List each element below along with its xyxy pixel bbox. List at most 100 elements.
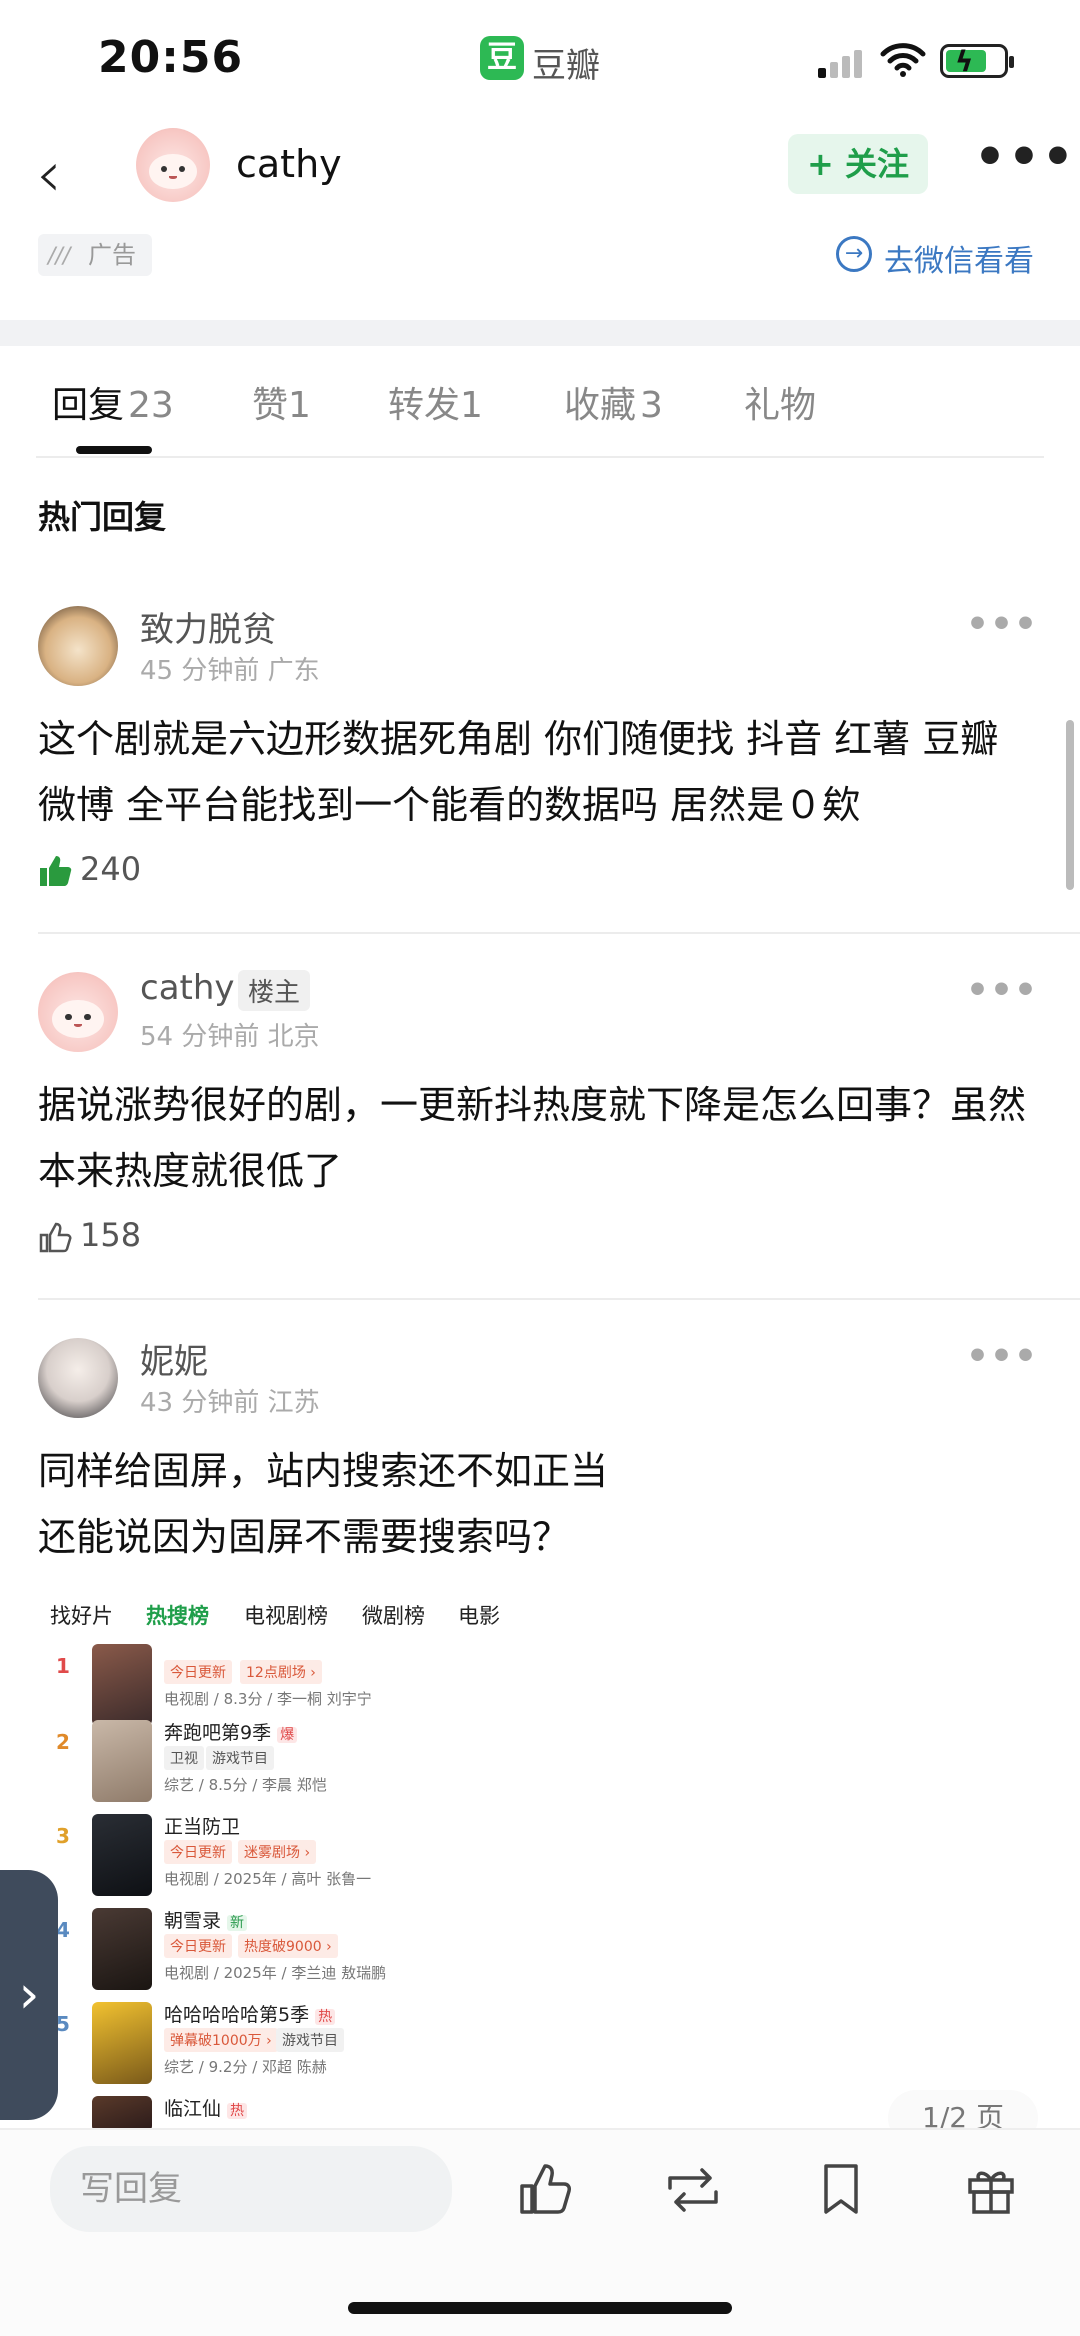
tag: 今日更新 bbox=[164, 1934, 232, 1958]
tab-likes[interactable]: 赞1 bbox=[252, 376, 311, 428]
tag: 卫视 bbox=[164, 1746, 204, 1770]
tag: 今日更新 bbox=[164, 1660, 232, 1684]
wifi-icon bbox=[880, 43, 926, 77]
embed-tab: 微剧榜 bbox=[362, 1604, 425, 1628]
poster-image bbox=[92, 1814, 152, 1896]
row-title: 临江仙 bbox=[164, 2098, 222, 2120]
tag: 今日更新 bbox=[164, 1840, 232, 1864]
author-name[interactable]: cathy bbox=[236, 142, 342, 186]
tab-replies[interactable]: 回复 23 bbox=[52, 376, 174, 428]
rank-number: 2 bbox=[56, 1730, 70, 1754]
embed-tab: 热搜榜 bbox=[146, 1604, 209, 1628]
status-bar: 20:56 豆 豆瓣 ϟ bbox=[0, 0, 1080, 120]
hot-badge: 热 bbox=[315, 2009, 336, 2025]
comment-meta: 54 分钟前 北京 bbox=[140, 1022, 320, 1052]
comment-divider bbox=[38, 1298, 1080, 1300]
new-badge: 新 bbox=[227, 1915, 248, 1931]
status-time: 20:56 bbox=[98, 32, 244, 83]
row-info: 电视剧 / 2025年 / 李兰迪 敖瑞鹏 bbox=[164, 1964, 387, 1982]
comment-more-icon[interactable]: ••• bbox=[966, 970, 1038, 1011]
ranking-row: 临江仙热 bbox=[38, 2092, 578, 2132]
embed-tab: 电视剧榜 bbox=[244, 1604, 328, 1628]
tab-collections[interactable]: 收藏 3 bbox=[564, 376, 663, 428]
repost-icon[interactable] bbox=[658, 2154, 728, 2224]
comment-more-icon[interactable]: ••• bbox=[966, 1336, 1038, 1377]
commenter-avatar[interactable] bbox=[38, 972, 118, 1052]
app-name: 豆瓣 bbox=[532, 46, 600, 86]
wechat-jump-icon[interactable]: → bbox=[836, 236, 872, 272]
commenter-name[interactable]: 致力脱贫 bbox=[140, 602, 276, 651]
comment-text: 这个剧就是六边形数据死角剧 你们随便找 抖音 红薯 豆瓣 微博 全平台能找到一个… bbox=[38, 717, 999, 827]
top-nav: ‹ cathy + 关注 ••• bbox=[0, 120, 1080, 240]
like-icon[interactable] bbox=[508, 2154, 578, 2224]
home-indicator bbox=[348, 2302, 732, 2314]
hot-badge: 爆 bbox=[277, 1727, 298, 1743]
tag: 弹幕破1000万 › bbox=[164, 2028, 278, 2052]
poster-image bbox=[92, 1644, 152, 1726]
back-icon[interactable]: ‹ bbox=[36, 138, 62, 212]
thumbs-up-icon bbox=[39, 1222, 72, 1253]
follow-button[interactable]: + 关注 bbox=[788, 134, 928, 194]
more-options-icon[interactable]: ••• bbox=[974, 128, 1076, 186]
comment-image[interactable]: 找好片 热搜榜 电视剧榜 微剧榜 电影 1 今日更新 12点剧场 › 电视剧 /… bbox=[38, 1584, 578, 2144]
commenter-name[interactable]: 妮妮 bbox=[140, 1334, 208, 1383]
poster-image bbox=[92, 2002, 152, 2084]
tab-reposts[interactable]: 转发1 bbox=[388, 376, 483, 428]
rank-number: 5 bbox=[56, 2012, 70, 2036]
poster-image bbox=[92, 1720, 152, 1802]
ranking-row: 3 正当防卫 今日更新 迷雾剧场 › 电视剧 / 2025年 / 高叶 张鲁一 bbox=[38, 1810, 578, 1904]
commenter-name[interactable]: cathy bbox=[140, 968, 235, 1008]
tag: 迷雾剧场 › bbox=[238, 1840, 317, 1864]
comment-divider bbox=[38, 932, 1080, 934]
comment-meta: 45 分钟前 广东 bbox=[140, 656, 320, 686]
hot-replies-heading: 热门回复 bbox=[38, 498, 167, 536]
row-title: 正当防卫 bbox=[164, 1816, 241, 1838]
ranking-row: 2 奔跑吧第9季爆 卫视 游戏节目 综艺 / 8.5分 / 李晨 郑恺 bbox=[38, 1716, 578, 1810]
row-info: 电视剧 / 2025年 / 高叶 张鲁一 bbox=[164, 1870, 372, 1888]
douban-app-icon: 豆 bbox=[480, 36, 524, 80]
tag: 12点剧场 › bbox=[240, 1660, 322, 1684]
row-title: 奔跑吧第9季 bbox=[164, 1722, 272, 1744]
tag: 热度破9000 › bbox=[238, 1934, 338, 1958]
comment-text: 据说涨势很好的剧，一更新抖热度就下降是怎么回事？虽然本来热度就很低了 bbox=[38, 1083, 1027, 1193]
row-title: 哈哈哈哈哈第5季 bbox=[164, 2004, 310, 2026]
tag: 游戏节目 bbox=[276, 2028, 344, 2052]
op-badge: 楼主 bbox=[238, 970, 311, 1011]
like-button[interactable]: 158 bbox=[38, 1216, 141, 1254]
commenter-avatar[interactable] bbox=[38, 1338, 118, 1418]
row-info: 电视剧 / 8.3分 / 李一桐 刘宇宁 bbox=[164, 1690, 372, 1708]
poster-image bbox=[92, 2096, 152, 2132]
hot-badge: 热 bbox=[227, 2103, 248, 2119]
tab-bar: 回复 23 赞1 转发1 收藏 3 礼物 bbox=[0, 346, 1080, 456]
rank-number: 4 bbox=[56, 1918, 70, 1942]
signal-icon bbox=[818, 48, 868, 78]
commenter-avatar[interactable] bbox=[38, 606, 118, 686]
author-avatar[interactable] bbox=[136, 128, 210, 202]
like-count: 158 bbox=[80, 1216, 142, 1254]
ranking-row: 5 哈哈哈哈哈第5季热 弹幕破1000万 › 游戏节目 综艺 / 9.2分 / … bbox=[38, 1998, 578, 2092]
bookmark-icon[interactable] bbox=[806, 2154, 876, 2224]
comment-text-line: 还能说因为固屏不需要搜索吗？ bbox=[38, 1515, 571, 1559]
row-info: 综艺 / 8.5分 / 李晨 郑恺 bbox=[164, 1776, 327, 1794]
comment-meta: 43 分钟前 江苏 bbox=[140, 1388, 320, 1418]
rank-number: 1 bbox=[56, 1654, 70, 1678]
gift-icon[interactable] bbox=[956, 2154, 1026, 2224]
scrollbar[interactable] bbox=[1066, 720, 1074, 890]
active-tab-indicator bbox=[76, 446, 152, 454]
tab-gifts[interactable]: 礼物 bbox=[744, 376, 816, 428]
row-title: 朝雪录 bbox=[164, 1910, 222, 1932]
comment-more-icon[interactable]: ••• bbox=[966, 604, 1038, 645]
side-panel-expand-icon[interactable]: › bbox=[0, 1870, 58, 2120]
tabs-divider bbox=[36, 456, 1044, 458]
comment-text-line: 同样给固屏，站内搜索还不如正当 bbox=[38, 1449, 609, 1493]
reply-input[interactable]: 写回复 bbox=[50, 2146, 452, 2232]
battery-icon: ϟ bbox=[940, 44, 1014, 78]
ad-logo-icon: /// bbox=[48, 244, 71, 269]
embed-tab: 找好片 bbox=[50, 1604, 113, 1628]
wechat-link[interactable]: 去微信看看 bbox=[884, 236, 1034, 280]
section-divider bbox=[0, 320, 1080, 346]
tag: 游戏节目 bbox=[206, 1746, 274, 1770]
like-button[interactable]: 240 bbox=[38, 850, 141, 888]
poster-image bbox=[92, 1908, 152, 1990]
ranking-row: 4 朝雪录新 今日更新 热度破9000 › 电视剧 / 2025年 / 李兰迪 … bbox=[38, 1904, 578, 1998]
